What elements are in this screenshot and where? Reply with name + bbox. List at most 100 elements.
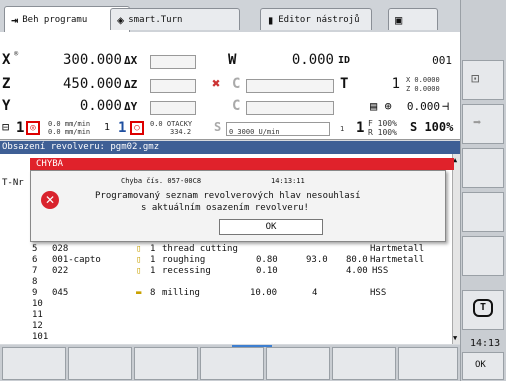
x-value: 300.000 (62, 52, 122, 68)
arrow-softkey[interactable]: ➡ (462, 104, 504, 144)
ok-softkey[interactable]: OK (462, 352, 504, 380)
ref-icon: ® (14, 50, 19, 58)
empty-softkey[interactable] (462, 148, 504, 188)
table-row[interactable]: 10 (0, 299, 452, 310)
x-delta-label: ΔX (124, 54, 138, 67)
tab-tool-editor[interactable]: ▮ Editor nástrojů (260, 8, 372, 30)
turret-icon: ⊡ (471, 71, 480, 87)
softkey-2[interactable] (68, 347, 132, 380)
table-row[interactable]: 101 (0, 332, 452, 343)
feed-override: F 100% (368, 119, 397, 128)
softkey-3[interactable] (134, 347, 198, 380)
channel-number: 1 (104, 122, 111, 133)
chuck-icon: ⊣ (442, 99, 450, 113)
turret-table-title: Obsazení revolveru: pgm02.gmz (0, 141, 460, 154)
clock: 14:13 (470, 338, 501, 349)
feed-rate-2: 0.0 mm/min (48, 128, 91, 136)
tab-save[interactable]: ▣ (388, 8, 438, 30)
rapid-override: R 100% (368, 128, 397, 137)
milling-icon: ▬ (136, 288, 142, 298)
arrow-right-icon: ⇥ (11, 12, 19, 27)
t-label: T (340, 76, 349, 92)
feed-icon: ⊟ (2, 120, 10, 134)
error-dialog: ✕ Chyba čís. 057-00C8 14:13:11 Programov… (30, 170, 446, 242)
table-row[interactable]: 9 045 ▬ 8 milling 10.00 4 HSS (0, 288, 452, 299)
spindle-number: 1 (118, 120, 127, 136)
softkey-7[interactable] (398, 347, 458, 380)
tab-label: Beh programu (22, 14, 88, 25)
z-delta-label: ΔZ (124, 78, 138, 91)
empty-softkey[interactable] (462, 236, 504, 276)
z-value: 450.000 (62, 76, 122, 92)
s-label: S (214, 120, 222, 134)
ok-button[interactable]: OK (219, 219, 323, 235)
y-delta-label: ΔY (124, 100, 138, 113)
spindle-position: 0.000 (406, 100, 440, 113)
tool-type-icon: ▯ (136, 244, 142, 254)
tab-label: smart.Turn (128, 14, 183, 25)
c1-label: C (232, 76, 241, 92)
tool-t-icon: T (473, 299, 493, 317)
x-axis-label: X (2, 52, 11, 68)
tool-mode-softkey[interactable]: T (462, 290, 504, 330)
table-scrollbar[interactable]: ▲ ▼ (452, 154, 460, 344)
table-row[interactable]: 8 (0, 277, 452, 288)
t-x-offset: X 0.0000 (406, 76, 440, 84)
stop-icon: ◎ (26, 121, 40, 135)
y-delta-field (150, 101, 196, 115)
w-value: 0.000 (291, 52, 334, 68)
t-z-offset: Z 0.0000 (406, 85, 440, 93)
error-message-line2: s aktuálním osazením revolveru! (141, 203, 309, 213)
z-axis-label: Z (2, 76, 11, 92)
softkey-4[interactable] (200, 347, 264, 380)
t-value: 1 (391, 76, 400, 92)
turret-softkey[interactable]: ⊡ (462, 60, 504, 100)
arrow-right-icon: ➡ (473, 115, 482, 131)
y-axis-label: Y (2, 98, 11, 114)
scroll-down-icon[interactable]: ▼ (453, 334, 457, 342)
w-axis-label: W (228, 52, 237, 68)
error-icon: ✕ (41, 191, 59, 209)
z-delta-field (150, 79, 196, 93)
y-value: 0.000 (79, 98, 122, 114)
c1-field (246, 79, 334, 93)
ok-softkey-label: OK (475, 360, 486, 370)
spindle-stop-icon: ○ (130, 121, 144, 135)
save-icon: ▣ (395, 12, 403, 27)
machine-status-panel: X ® 300.000 ΔX W 0.000 ID 001 Z 450.000 … (0, 32, 460, 140)
diamond-arrow-icon: ◈ (117, 12, 125, 27)
id-value: 001 (432, 54, 452, 67)
softkey-6[interactable] (332, 347, 396, 380)
empty-softkey[interactable] (462, 192, 504, 232)
c4-field (246, 101, 334, 115)
override-number: 1 (356, 120, 365, 136)
x-delta-field (150, 55, 196, 69)
spindle-override: S 100% (410, 120, 454, 134)
tool-type-icon: ▯ (136, 255, 142, 265)
tool-icon: ▮ (267, 12, 275, 27)
error-dialog-titlebar: CHYBA (30, 158, 454, 170)
table-row[interactable]: 6 001-capto 1 roughing 0.80 93.0 80.0 Ha… (0, 255, 452, 266)
feed-rate-1: 0.0 mm/min (48, 120, 91, 128)
error-code: Chyba čís. 057-00C8 (121, 177, 202, 185)
table-row[interactable]: 5 028 1 thread cutting Hartmetall (0, 244, 452, 255)
table-row[interactable]: 11 (0, 310, 452, 321)
feed-count: 1 (16, 120, 25, 136)
table-row[interactable]: 12 (0, 321, 452, 332)
c4-label: C (232, 98, 241, 114)
tab-label: Editor nástrojů (278, 14, 360, 25)
softkey-page-indicator (232, 345, 272, 347)
softkey-5[interactable] (266, 347, 330, 380)
tab-smart-turn[interactable]: ◈ smart.Turn (110, 8, 240, 30)
s-scale-text: 0 3000 U/min (229, 128, 280, 136)
error-message-line1: Programovaný seznam revolverových hlav n… (95, 191, 361, 201)
spindle-icon: ▤ ⊕ (370, 99, 392, 113)
rpm-value: 334.2 (170, 128, 192, 136)
s-index: 1 (340, 125, 345, 133)
softkey-1[interactable] (2, 347, 66, 380)
rpm-text: 0.0 OTACKY (150, 120, 193, 128)
table-row[interactable]: 7 022 1 recessing 0.10 4.00 HSS (0, 266, 452, 277)
tool-type-icon: ▯ (136, 266, 142, 276)
s-scale-bar: 0 3000 U/min (226, 122, 330, 136)
id-label: ID (338, 55, 351, 66)
